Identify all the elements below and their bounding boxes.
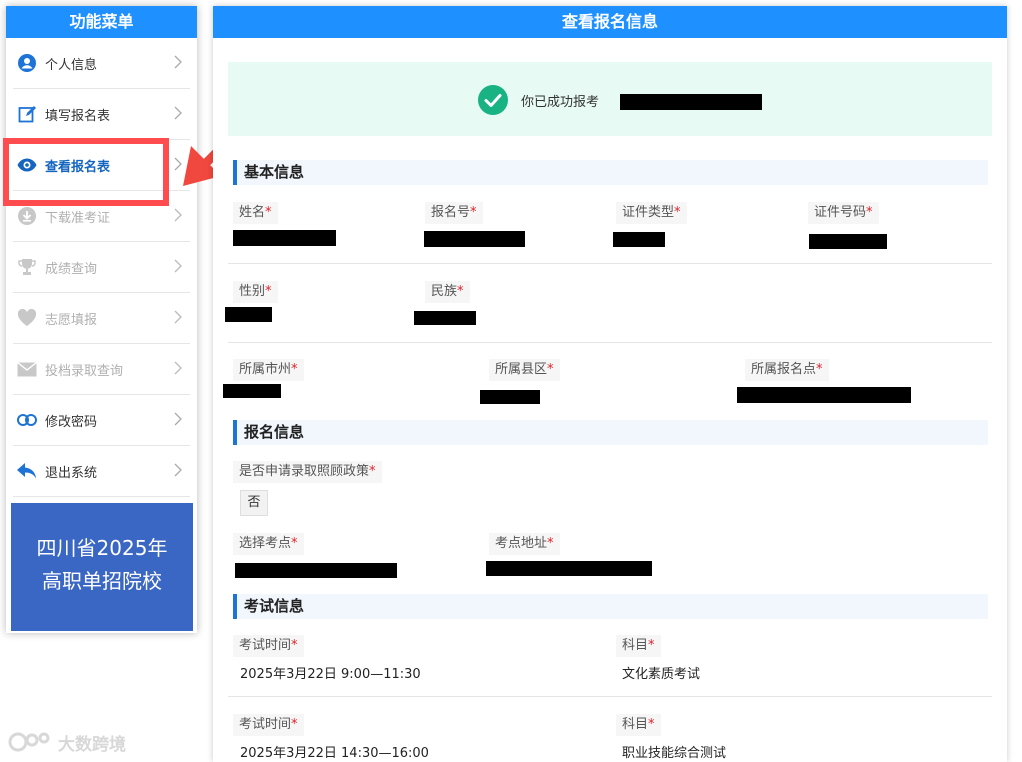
field-label-subject: 科目* <box>616 635 661 657</box>
chevron-right-icon <box>174 361 182 375</box>
chevron-right-icon <box>174 157 182 171</box>
promo-line-1: 四川省2025年 <box>36 536 168 560</box>
chevron-right-icon <box>174 208 182 222</box>
redaction-bar <box>223 384 281 398</box>
watermark-logo-icon <box>8 732 50 752</box>
divider <box>228 342 992 343</box>
chevron-right-icon <box>174 259 182 273</box>
sidebar-item-volunteer-fill[interactable]: 志愿填报 <box>13 293 190 344</box>
sidebar-item-label: 个人信息 <box>45 57 98 73</box>
page-title: 查看报名信息 <box>213 6 1007 38</box>
redaction-bar <box>235 563 397 578</box>
redaction-bar <box>233 230 336 246</box>
chevron-right-icon <box>174 412 182 426</box>
sidebar-item-label: 成绩查询 <box>45 261 98 277</box>
sidebar-item-change-password[interactable]: 修改密码 <box>13 395 190 446</box>
envelope-icon <box>17 359 37 379</box>
field-label-ethnicity: 民族* <box>425 281 470 303</box>
sidebar-item-label: 查看报名表 <box>45 159 111 175</box>
field-label-county: 所属县区* <box>489 359 560 381</box>
divider <box>228 263 992 264</box>
heart-icon <box>17 308 37 328</box>
sidebar-item-label: 修改密码 <box>45 414 98 430</box>
sidebar-item-download-admission[interactable]: 下载准考证 <box>13 191 190 242</box>
field-label-exam-time: 考试时间* <box>233 714 304 736</box>
sidebar-item-fill-form[interactable]: 填写报名表 <box>13 89 190 140</box>
success-text: 你已成功报考 <box>521 95 600 110</box>
field-label-id-no: 证件号码* <box>808 202 879 224</box>
subject-value: 职业技能综合测试 <box>622 746 727 761</box>
main-panel: 查看报名信息 你已成功报考 基本信息 姓名* 报名号* 证件类型* 证件号码* … <box>213 6 1007 762</box>
field-label-exam-time: 考试时间* <box>233 635 304 657</box>
redaction-bar <box>225 307 272 322</box>
chevron-right-icon <box>174 55 182 69</box>
sidebar-item-logout[interactable]: 退出系统 <box>13 446 190 497</box>
divider <box>228 696 992 697</box>
section-reg-info: 报名信息 <box>233 420 988 445</box>
sidebar-item-label: 下载准考证 <box>45 210 111 226</box>
field-label-site: 所属报名点* <box>745 359 829 381</box>
sidebar-item-admission-query[interactable]: 投档录取查询 <box>13 344 190 395</box>
sidebar-item-label: 志愿填报 <box>45 312 98 328</box>
chevron-right-icon <box>174 310 182 324</box>
redaction-bar <box>809 234 887 249</box>
section-exam-info: 考试信息 <box>233 594 988 619</box>
trophy-icon <box>17 257 37 277</box>
eye-icon <box>17 155 37 175</box>
link-icon <box>17 410 37 430</box>
field-label-policy: 是否申请录取照顾政策* <box>233 461 382 483</box>
redaction-bar <box>424 231 525 247</box>
field-label-exam-site: 选择考点* <box>233 533 304 555</box>
field-label-reg-no: 报名号* <box>425 202 483 224</box>
sidebar-item-personal-info[interactable]: 个人信息 <box>13 38 190 89</box>
redaction-bar <box>613 232 665 247</box>
download-icon <box>17 206 37 226</box>
section-basic-info: 基本信息 <box>233 160 988 185</box>
exam-time-value: 2025年3月22日 9:00—11:30 <box>240 667 421 682</box>
exam-time-value: 2025年3月22日 14:30—16:00 <box>240 746 429 761</box>
edit-icon <box>17 104 37 124</box>
redaction-bar <box>737 387 911 403</box>
sidebar-item-view-form[interactable]: 查看报名表 <box>13 140 190 191</box>
promo-line-2: 高职单招院校 <box>42 569 162 593</box>
redaction-bar <box>480 390 540 404</box>
sidebar-item-label: 退出系统 <box>45 465 98 481</box>
field-label-subject: 科目* <box>616 714 661 736</box>
field-label-id-type: 证件类型* <box>616 202 687 224</box>
sidebar-item-label: 填写报名表 <box>45 108 111 124</box>
redaction-bar <box>414 311 476 325</box>
sidebar-item-score-query[interactable]: 成绩查询 <box>13 242 190 293</box>
chevron-right-icon <box>174 106 182 120</box>
field-label-name: 姓名* <box>233 202 278 224</box>
watermark-text: 大数跨境 <box>58 734 126 755</box>
reply-arrow-icon <box>17 461 37 481</box>
promo-banner[interactable]: 四川省2025年 高职单招院校 <box>11 503 193 631</box>
sidebar-item-label: 投档录取查询 <box>45 363 124 379</box>
chevron-right-icon <box>174 463 182 477</box>
user-circle-icon <box>17 53 37 73</box>
check-circle-icon <box>478 85 508 115</box>
redaction-bar <box>486 561 652 576</box>
field-label-gender: 性别* <box>233 281 278 303</box>
field-label-city: 所属市州* <box>233 359 304 381</box>
redaction-bar <box>620 94 762 110</box>
watermark: 大数跨境 <box>8 728 148 756</box>
subject-value: 文化素质考试 <box>622 667 701 682</box>
success-banner: 你已成功报考 <box>228 62 992 136</box>
sidebar: 功能菜单 个人信息 填写报名表 查看报名表 下载准考证 成绩查询 志愿填报 投档… <box>6 6 197 633</box>
sidebar-title: 功能菜单 <box>6 6 197 38</box>
policy-value-chip: 否 <box>240 490 268 516</box>
field-label-exam-addr: 考点地址* <box>489 533 560 555</box>
